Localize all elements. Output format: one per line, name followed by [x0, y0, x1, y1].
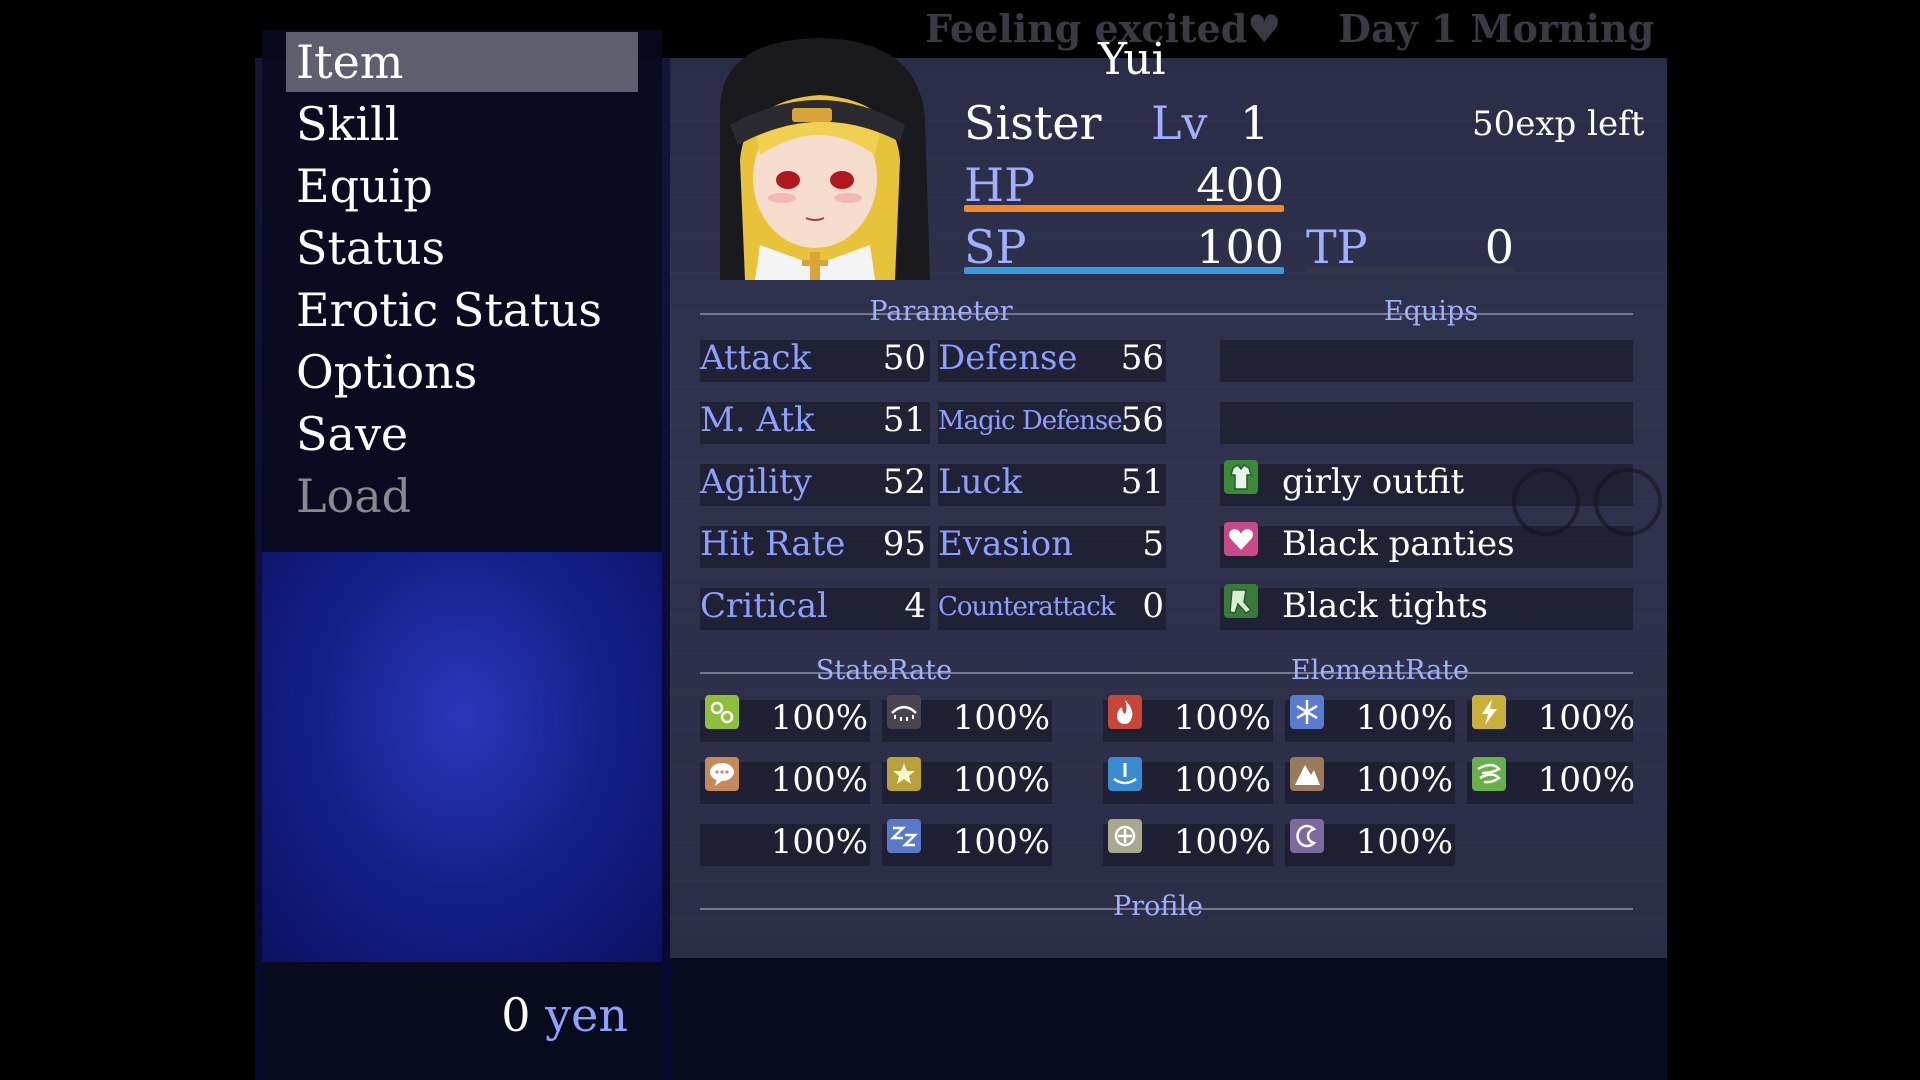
tights-icon: [1224, 584, 1258, 618]
param-value: 5: [1142, 524, 1164, 564]
element-rate-value: 100%: [1537, 698, 1635, 738]
equip-name: girly outfit: [1282, 462, 1465, 502]
day-time-text: Day 1 Morning: [1338, 6, 1655, 51]
element-rate-header: ElementRate: [1290, 655, 1470, 686]
param-label: Luck: [938, 462, 1023, 502]
state-rate-value: 100%: [952, 822, 1050, 862]
param-label: Attack: [700, 338, 812, 378]
confuse-icon: [887, 757, 921, 791]
sp-label: SP: [964, 220, 1027, 274]
menu-item-skill[interactable]: Skill: [296, 94, 400, 154]
param-label: M. Atk: [700, 400, 815, 440]
menu-item-item[interactable]: Item: [296, 32, 404, 92]
level-value: 1: [1240, 96, 1270, 150]
equip-name: Black tights: [1282, 586, 1488, 626]
equip-name: Black panties: [1282, 524, 1515, 564]
gold-unit: yen: [545, 988, 628, 1042]
ice-icon: [1290, 695, 1324, 729]
sp-value: 100: [1196, 220, 1284, 274]
tp-value: 0: [1484, 220, 1514, 274]
heart-icon: [1224, 522, 1258, 556]
param-value: 50: [882, 338, 926, 378]
element-rate-value: 100%: [1355, 822, 1453, 862]
param-label: Agility: [700, 462, 812, 502]
state-rate-value: 100%: [952, 760, 1050, 800]
param-value: 52: [882, 462, 926, 502]
hp-gauge: HP 400: [964, 156, 1284, 214]
param-label: Defense: [938, 338, 1078, 378]
element-rate-value: 100%: [1537, 760, 1635, 800]
param-label: Evasion: [938, 524, 1073, 564]
actor-portrait: [700, 30, 940, 280]
element-rate-value: 100%: [1355, 698, 1453, 738]
equips-header: Equips: [1383, 296, 1479, 327]
tp-gauge: TP 0: [1306, 218, 1514, 276]
actor-name: Yui: [1098, 34, 1166, 85]
outfit-icon: [1224, 460, 1258, 494]
water-icon: [1108, 757, 1142, 791]
gold-window: 0 yen: [262, 962, 662, 1080]
param-value: 56: [1120, 400, 1164, 440]
state-rate-value: 100%: [770, 760, 868, 800]
blind-icon: [887, 695, 921, 729]
wind-icon: [1472, 757, 1506, 791]
element-rate-value: 100%: [1173, 698, 1271, 738]
parameter-equips-divider: Parameter Equips: [700, 296, 1633, 327]
fire-icon: [1108, 695, 1142, 729]
param-value: 56: [1120, 338, 1164, 378]
holy-icon: [1108, 819, 1142, 853]
equip-slot: [1220, 402, 1633, 444]
equip-slot: [1220, 340, 1633, 382]
menu-item-erotic-status[interactable]: Erotic Status: [296, 280, 602, 340]
poison-icon: [705, 695, 739, 729]
gold-display: 0 yen: [501, 988, 628, 1042]
dark-icon: [1290, 819, 1324, 853]
silence-icon: [705, 757, 739, 791]
parameter-header: Parameter: [869, 296, 1013, 327]
param-value: 51: [882, 400, 926, 440]
param-value: 0: [1142, 586, 1164, 626]
sp-gauge: SP 100: [964, 218, 1284, 276]
profile-divider: Profile: [700, 891, 1633, 922]
menu-item-equip[interactable]: Equip: [296, 156, 433, 216]
menu-item-load[interactable]: Load: [296, 466, 411, 526]
state-rate-value: 100%: [952, 698, 1050, 738]
param-label: Critical: [700, 586, 828, 626]
gold-value: 0: [501, 988, 531, 1042]
state-rate-header: StateRate: [815, 655, 953, 686]
menu-item-status[interactable]: Status: [296, 218, 445, 278]
rates-divider: StateRate ElementRate: [700, 655, 1633, 686]
actor-class: Sister: [964, 96, 1102, 150]
param-value: 95: [882, 524, 926, 564]
hp-label: HP: [964, 158, 1036, 212]
exp-left-text: 50exp left: [1472, 104, 1645, 144]
thunder-icon: [1472, 695, 1506, 729]
menu-empty-area: [262, 552, 662, 962]
param-label: Hit Rate: [700, 524, 846, 564]
param-value: 4: [904, 586, 926, 626]
profile-header: Profile: [1113, 891, 1203, 922]
sleep-icon: [887, 819, 921, 853]
element-rate-value: 100%: [1173, 822, 1271, 862]
menu-item-save[interactable]: Save: [296, 404, 408, 464]
level-label: Lv: [1151, 96, 1208, 150]
state-rate-value: 100%: [770, 698, 868, 738]
param-value: 51: [1120, 462, 1164, 502]
hp-value: 400: [1196, 158, 1284, 212]
tp-label: TP: [1306, 220, 1368, 274]
element-rate-value: 100%: [1173, 760, 1271, 800]
element-rate-value: 100%: [1355, 760, 1453, 800]
profile-window: [672, 958, 1667, 1080]
menu-item-options[interactable]: Options: [296, 342, 477, 402]
nun-portrait-image: [720, 38, 930, 280]
state-rate-value: 100%: [770, 822, 868, 862]
earth-icon: [1290, 757, 1324, 791]
